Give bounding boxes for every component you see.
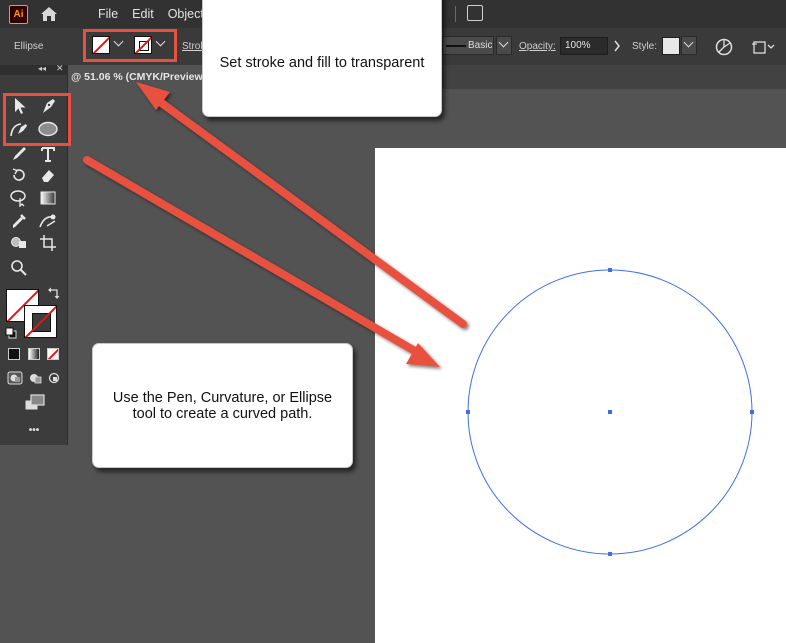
color-mode-button[interactable] xyxy=(8,348,20,360)
draw-normal-icon[interactable] xyxy=(7,371,23,385)
rotate-tool-icon[interactable] xyxy=(8,165,30,185)
opacity-input[interactable]: 100% xyxy=(560,37,608,55)
paintbrush-tool-icon[interactable] xyxy=(8,144,30,164)
menu-file[interactable]: File xyxy=(98,7,118,21)
brush-definition[interactable]: Basic xyxy=(442,36,494,55)
arrange-documents-icon[interactable] xyxy=(467,5,483,21)
opacity-arrow-icon[interactable] xyxy=(613,40,621,52)
stroke-proxy[interactable] xyxy=(24,305,57,338)
menu-object[interactable]: Object xyxy=(168,7,204,21)
shape-builder-tool-icon[interactable] xyxy=(8,233,30,253)
type-tool-icon[interactable] xyxy=(37,144,59,164)
default-fill-stroke-icon[interactable] xyxy=(5,327,17,339)
callout-stroke-fill-text: Set stroke and fill to transparent xyxy=(219,54,425,71)
zoom-tool-icon[interactable] xyxy=(8,258,30,278)
align-transform-icon[interactable] xyxy=(752,38,778,56)
collapse-icon[interactable]: ◂◂ xyxy=(38,64,46,73)
fill-stroke-highlight xyxy=(83,29,177,62)
tools-highlight xyxy=(3,93,71,146)
recolor-artwork-icon[interactable] xyxy=(715,38,733,56)
gradient-mode-button[interactable] xyxy=(28,348,40,360)
eraser-tool-icon[interactable] xyxy=(37,165,59,185)
screen-mode-icon[interactable] xyxy=(24,394,46,412)
object-type-label: Ellipse xyxy=(14,41,44,52)
none-mode-button[interactable] xyxy=(47,348,59,360)
callout-create-path: Use the Pen, Curvature, or Ellipse tool … xyxy=(92,343,353,468)
swap-fill-stroke-icon[interactable] xyxy=(48,287,60,299)
menu-edit[interactable]: Edit xyxy=(132,7,154,21)
more-tools-button[interactable]: ••• xyxy=(0,425,68,436)
style-chevron-icon xyxy=(683,37,694,48)
arrow-to-path xyxy=(83,156,424,358)
app-logo: Ai xyxy=(9,4,28,24)
blend-tool-icon[interactable] xyxy=(37,211,59,231)
eyedropper-tool-icon[interactable] xyxy=(8,211,30,231)
brush-label: Basic xyxy=(468,40,493,51)
draw-behind-icon[interactable] xyxy=(28,371,44,385)
artboard-tool-icon[interactable] xyxy=(37,233,59,253)
home-icon[interactable] xyxy=(40,6,58,22)
callout-stroke-fill: Set stroke and fill to transparent xyxy=(202,0,442,117)
callout-create-path-text: Use the Pen, Curvature, or Ellipse tool … xyxy=(112,389,333,422)
close-icon[interactable]: ✕ xyxy=(56,63,64,74)
lasso-tool-icon[interactable] xyxy=(8,188,30,208)
draw-inside-icon[interactable] xyxy=(48,372,60,384)
opacity-label[interactable]: Opacity: xyxy=(519,41,556,52)
style-dropdown[interactable] xyxy=(681,36,697,55)
gradient-tool-icon[interactable] xyxy=(37,188,59,208)
brush-dropdown[interactable] xyxy=(496,36,512,55)
brush-chevron-icon xyxy=(498,37,509,48)
artboard[interactable] xyxy=(375,148,786,643)
style-label: Style: xyxy=(632,41,658,52)
menu-divider xyxy=(455,6,456,22)
graphic-style-swatch[interactable] xyxy=(662,37,680,55)
